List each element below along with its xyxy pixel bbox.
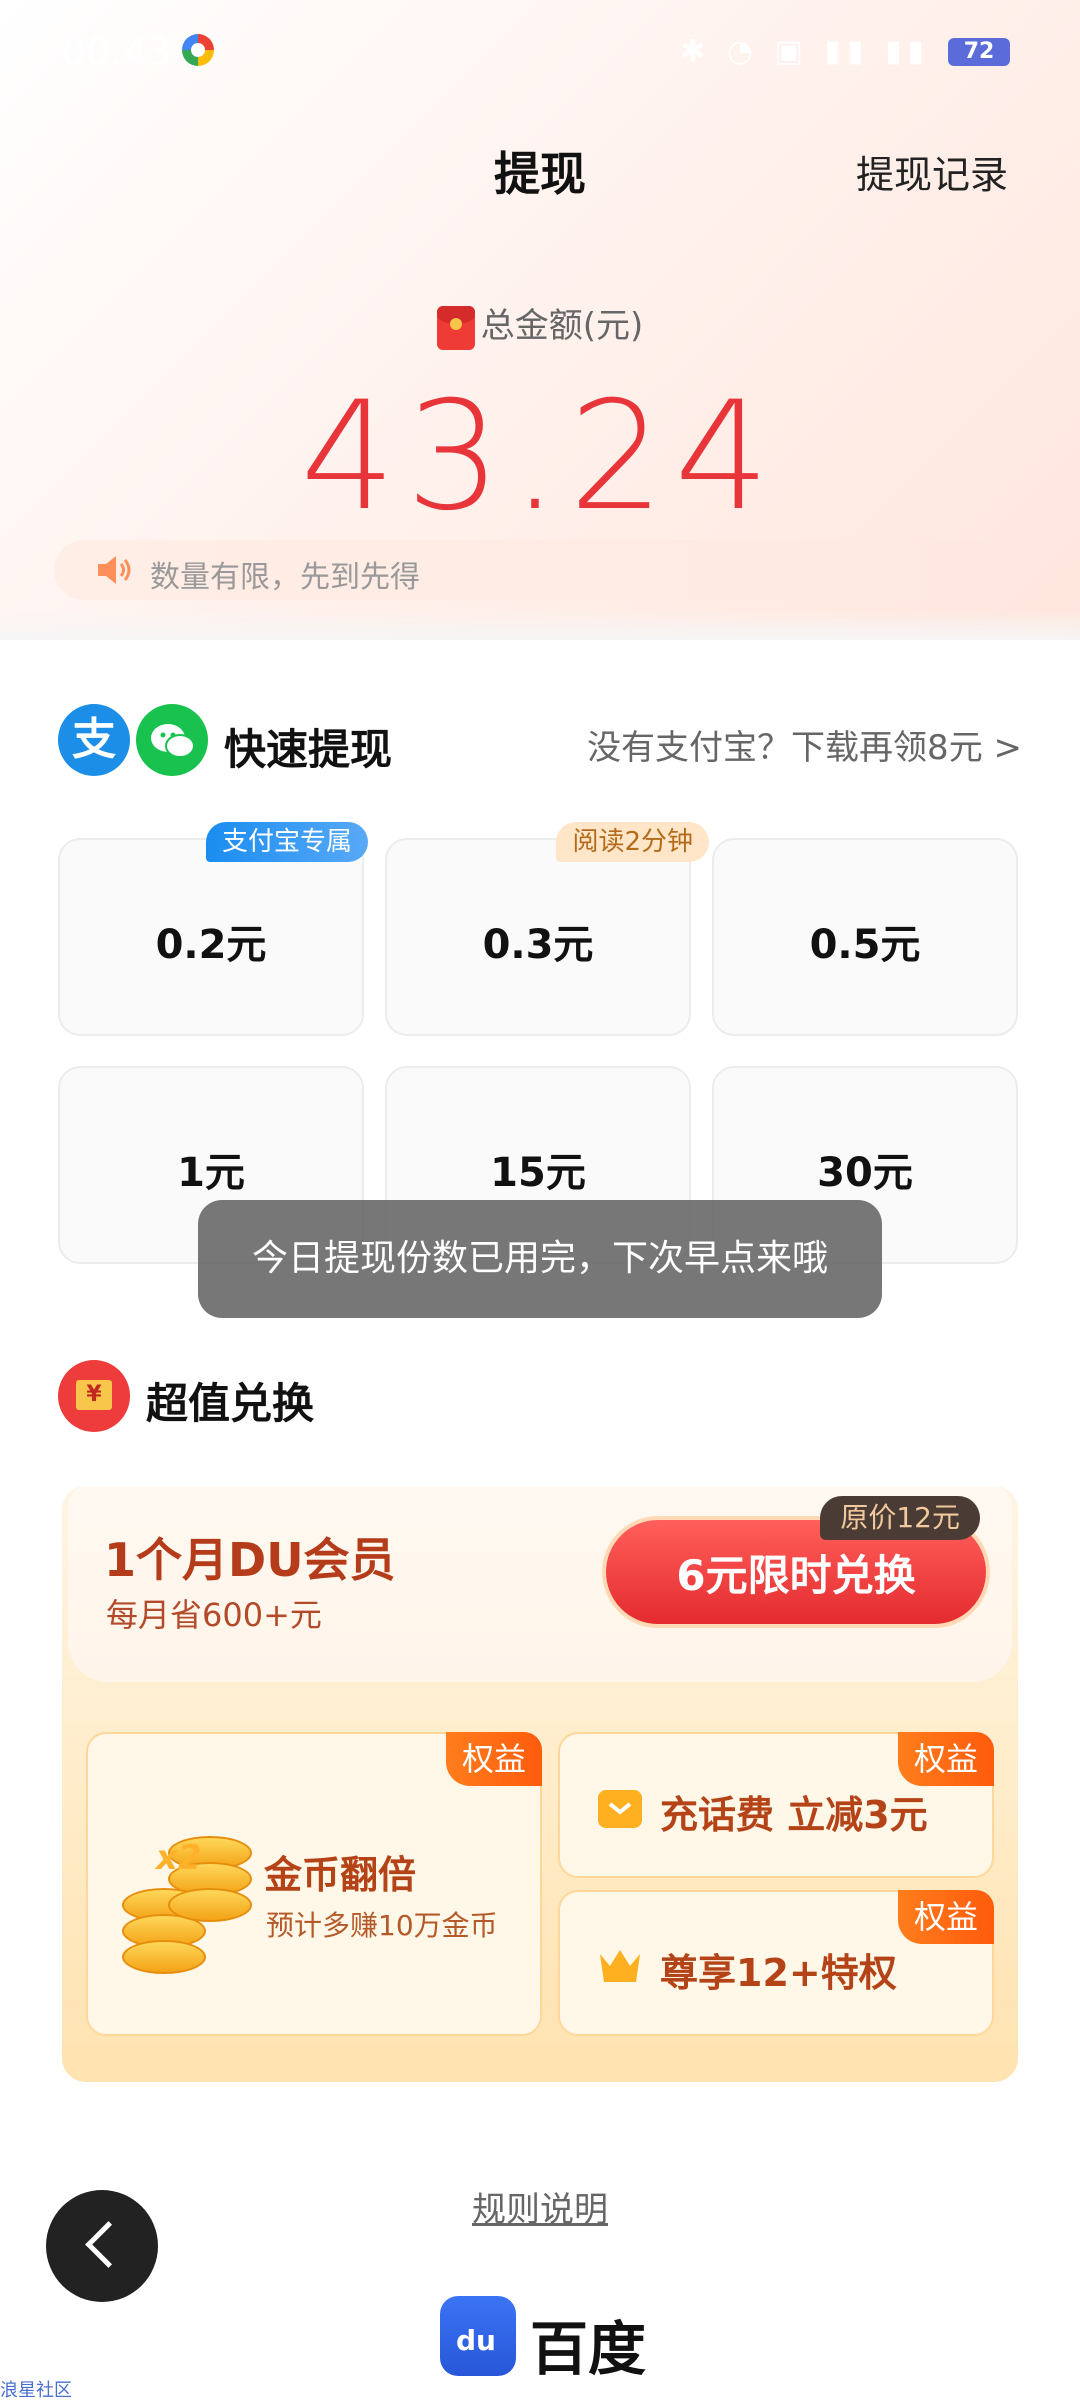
baidu-logo-icon xyxy=(440,2296,516,2376)
balance-label: 总金额(元) xyxy=(0,298,1080,350)
notice-bar: 数量有限，先到先得 xyxy=(54,540,1026,600)
status-time: 00:43 xyxy=(62,30,172,74)
brand-name: 百度 xyxy=(530,2315,647,2383)
alipay-icon: 支 xyxy=(58,704,130,776)
membership-title: 1个月DU会员 xyxy=(104,1533,396,1587)
quick-withdraw-title: 快速提现 xyxy=(224,725,393,774)
original-price-tag: 原价12元 xyxy=(820,1496,980,1540)
rules-link[interactable]: 规则说明 xyxy=(0,2182,1080,2231)
balance-amount: 43.24 xyxy=(300,370,780,544)
balance-label-text: 总金额(元) xyxy=(480,306,644,346)
perk-phone-credit[interactable]: 权益 充话费 立减3元 xyxy=(558,1732,994,1878)
speaker-icon xyxy=(98,556,131,584)
withdraw-option-0-5[interactable]: 0.5元 xyxy=(712,838,1018,1036)
withdraw-option-value: 15元 xyxy=(490,1150,586,1196)
perk-title: 金币翻倍 xyxy=(264,1853,417,1897)
perk-privileges[interactable]: 权益 尊享12+特权 xyxy=(558,1890,994,2036)
exchange-header: 超值兑换 xyxy=(58,1358,658,1434)
wechat-icon xyxy=(136,704,208,776)
membership-subtitle: 每月省600+元 xyxy=(106,1596,322,1634)
download-alipay-link[interactable]: 没有支付宝？下载再领8元 > xyxy=(587,720,1022,769)
battery-icon: 72 xyxy=(948,38,1010,66)
membership-offer: 1个月DU会员 每月省600+元 6元限时兑换 原价12元 xyxy=(68,1486,1012,1682)
status-bar: 00:43 ✱ ◔ ▣ ▮▮ ▮▮ 72 xyxy=(0,30,1080,80)
crown-icon xyxy=(600,1950,640,1982)
perk-coin-double[interactable]: 权益 x2 金币翻倍 预计多赚10万金币 xyxy=(86,1732,542,2036)
alipay-exclusive-badge: 支付宝专属 xyxy=(205,822,368,862)
rules-link-text: 规则说明 xyxy=(472,2190,608,2230)
notification-app-icon xyxy=(182,34,214,66)
read-2min-badge: 阅读2分钟 xyxy=(556,822,709,862)
withdraw-option-value: 30元 xyxy=(817,1150,913,1196)
status-icons: ✱ ◔ ▣ ▮▮ ▮▮ xyxy=(680,34,930,69)
perk-tag: 权益 xyxy=(898,1890,994,1944)
withdraw-option-value: 0.2元 xyxy=(155,922,267,968)
double-badge: x2 xyxy=(156,1838,202,1878)
exchange-title: 超值兑换 xyxy=(146,1379,315,1428)
corner-watermark: 浪星社区 xyxy=(0,2380,72,2400)
withdraw-record-link[interactable]: 提现记录 xyxy=(856,144,1008,199)
perk-tag: 权益 xyxy=(898,1732,994,1786)
page-header: 提现 提现记录 xyxy=(0,130,1080,210)
withdraw-option-value: 1元 xyxy=(177,1150,245,1196)
withdraw-option-value: 0.3元 xyxy=(482,922,594,968)
withdraw-option-0-2[interactable]: 支付宝专属 0.2元 xyxy=(58,822,368,1036)
toast-message: 今日提现份数已用完，下次早点来哦 xyxy=(198,1200,882,1318)
perk-title: 尊享12+特权 xyxy=(660,1951,897,1995)
back-button[interactable] xyxy=(46,2190,158,2302)
membership-card: 1个月DU会员 每月省600+元 6元限时兑换 原价12元 权益 x2 金币翻倍… xyxy=(62,1486,1018,2082)
coupon-icon xyxy=(58,1360,130,1432)
brand-logo: 百度 xyxy=(440,2296,660,2383)
notice-text: 数量有限，先到先得 xyxy=(150,560,420,595)
quick-withdraw-header: 支 快速提现 没有支付宝？下载再领8元 > xyxy=(58,704,1022,780)
perk-subtitle: 预计多赚10万金币 xyxy=(266,1909,498,1942)
withdraw-option-value: 0.5元 xyxy=(809,922,921,968)
wallet-icon xyxy=(598,1790,642,1828)
perk-title: 充话费 立减3元 xyxy=(660,1793,928,1837)
withdraw-option-0-3[interactable]: 阅读2分钟 0.3元 xyxy=(385,822,709,1036)
red-packet-icon xyxy=(436,305,475,350)
perk-tag: 权益 xyxy=(446,1732,542,1786)
